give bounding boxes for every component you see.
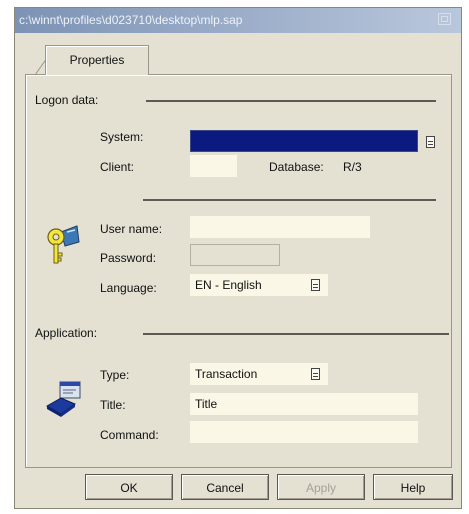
- command-label: Command:: [100, 428, 159, 442]
- client-label: Client:: [100, 160, 135, 174]
- system-dropdown[interactable]: [190, 130, 435, 152]
- restore-icon[interactable]: [438, 13, 451, 25]
- dropdown-list-icon[interactable]: [311, 279, 320, 291]
- user-divider: [143, 199, 436, 201]
- title-field[interactable]: Title: [190, 393, 418, 415]
- language-value: EN - English: [195, 278, 262, 292]
- database-label: Database:: [269, 160, 324, 174]
- transaction-icon: [45, 380, 83, 421]
- window-title: c:\winnt\profiles\d023710\desktop\mlp.sa…: [19, 13, 243, 27]
- apply-button[interactable]: Apply: [277, 474, 365, 500]
- title-bar[interactable]: c:\winnt\profiles\d023710\desktop\mlp.sa…: [15, 8, 461, 33]
- password-field[interactable]: [190, 244, 280, 266]
- client-field[interactable]: [190, 155, 237, 177]
- type-value: Transaction: [195, 367, 258, 381]
- cancel-button[interactable]: Cancel: [181, 474, 269, 500]
- user-name-label: User name:: [100, 222, 163, 236]
- type-label: Type:: [100, 368, 130, 382]
- key-icon: [45, 224, 81, 269]
- tab-label: Properties: [69, 53, 125, 67]
- user-name-field[interactable]: [190, 216, 370, 238]
- sap-logon-properties-dialog: c:\winnt\profiles\d023710\desktop\mlp.sa…: [14, 7, 462, 509]
- ok-button[interactable]: OK: [85, 474, 173, 500]
- database-value: R/3: [343, 160, 362, 174]
- logon-divider: [146, 100, 436, 102]
- title-label: Title:: [100, 398, 126, 412]
- command-field[interactable]: [190, 421, 418, 443]
- dropdown-list-icon[interactable]: [311, 368, 320, 380]
- language-dropdown[interactable]: EN - English: [190, 274, 328, 296]
- tab-properties[interactable]: Properties: [45, 45, 149, 75]
- password-label: Password:: [100, 251, 157, 265]
- system-label: System:: [100, 130, 144, 144]
- dropdown-list-icon[interactable]: [426, 136, 435, 148]
- help-button[interactable]: Help: [373, 474, 453, 500]
- language-label: Language:: [100, 281, 157, 295]
- application-divider: [143, 333, 449, 335]
- logon-data-heading: Logon data:: [35, 93, 99, 107]
- type-dropdown[interactable]: Transaction: [190, 363, 328, 385]
- application-heading: Application:: [35, 326, 98, 340]
